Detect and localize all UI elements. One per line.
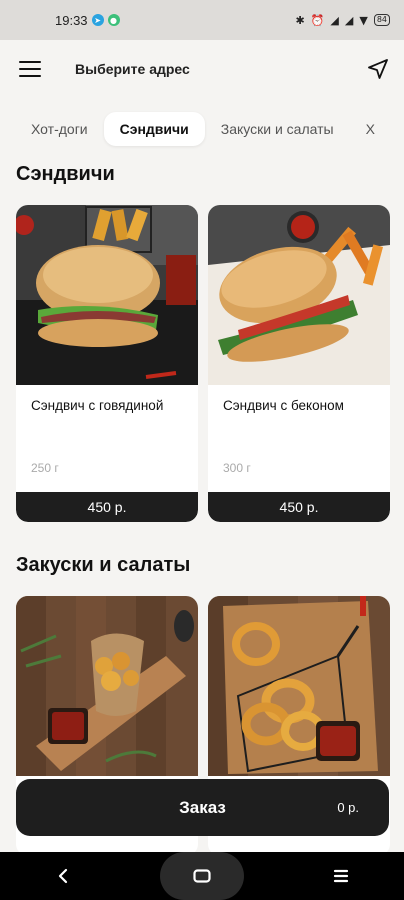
wifi-icon: ▼ [359, 13, 368, 27]
tab-hot-dogs[interactable]: Хот-доги [15, 112, 104, 146]
recents-menu-icon [333, 869, 348, 883]
telegram-icon: ➤ [91, 14, 104, 26]
product-card[interactable]: Сэндвич с говядиной 250 г 450 р. [16, 205, 198, 522]
battery-icon: 84 [373, 14, 390, 26]
section-title-sandwiches: Сэндвичи [16, 163, 115, 185]
signal-icon-2: ◢ [344, 13, 354, 27]
product-photo [16, 596, 198, 776]
product-name: Сэндвич с беконом [223, 398, 344, 413]
order-total: 0 р. [337, 800, 359, 815]
product-name: Сэндвич с говядиной [31, 398, 164, 413]
category-tabs: Хот-доги Сэндвичи Закуски и салаты Х [0, 108, 404, 150]
product-card[interactable]: Сэндвич с беконом 300 г 450 р. [208, 205, 390, 522]
product-photo [208, 205, 390, 385]
add-to-cart-button[interactable]: 450 р. [16, 492, 198, 522]
order-label: Заказ [179, 797, 226, 817]
system-nav-bar [0, 852, 404, 900]
home-button[interactable] [159, 852, 244, 900]
tab-sandwiches[interactable]: Сэндвичи [103, 112, 205, 146]
alarm-icon: ⏰ [310, 13, 325, 27]
recents-button[interactable] [311, 852, 371, 900]
signal-icon: ◢ [330, 13, 339, 27]
home-square-icon [193, 869, 211, 883]
back-button[interactable] [33, 852, 93, 900]
add-to-cart-button[interactable]: 450 р. [208, 492, 390, 522]
tab-snacks-salads[interactable]: Закуски и салаты [205, 112, 350, 146]
status-time: 19:33 [55, 12, 88, 28]
order-button[interactable]: Заказ 0 р. [16, 779, 389, 836]
app-header: Выберите адрес [0, 40, 404, 98]
product-photo [208, 596, 390, 776]
product-weight: 250 г [31, 461, 59, 475]
product-photo [16, 205, 198, 385]
section-title-snacks-salads: Закуски и салаты [16, 554, 191, 576]
app-notification-icon: ● [107, 14, 120, 26]
menu-icon[interactable] [19, 61, 41, 77]
product-weight: 300 г [223, 461, 251, 475]
address-selector[interactable]: Выберите адрес [75, 61, 190, 77]
bluetooth-icon: ✱ [295, 13, 305, 27]
chevron-left-icon [59, 868, 68, 884]
status-bar: 19:33 ➤ ● ✱ ⏰ ◢ ◢ ▼ 84 [0, 0, 404, 40]
location-arrow-icon[interactable] [366, 57, 390, 81]
tab-next[interactable]: Х [350, 112, 391, 146]
